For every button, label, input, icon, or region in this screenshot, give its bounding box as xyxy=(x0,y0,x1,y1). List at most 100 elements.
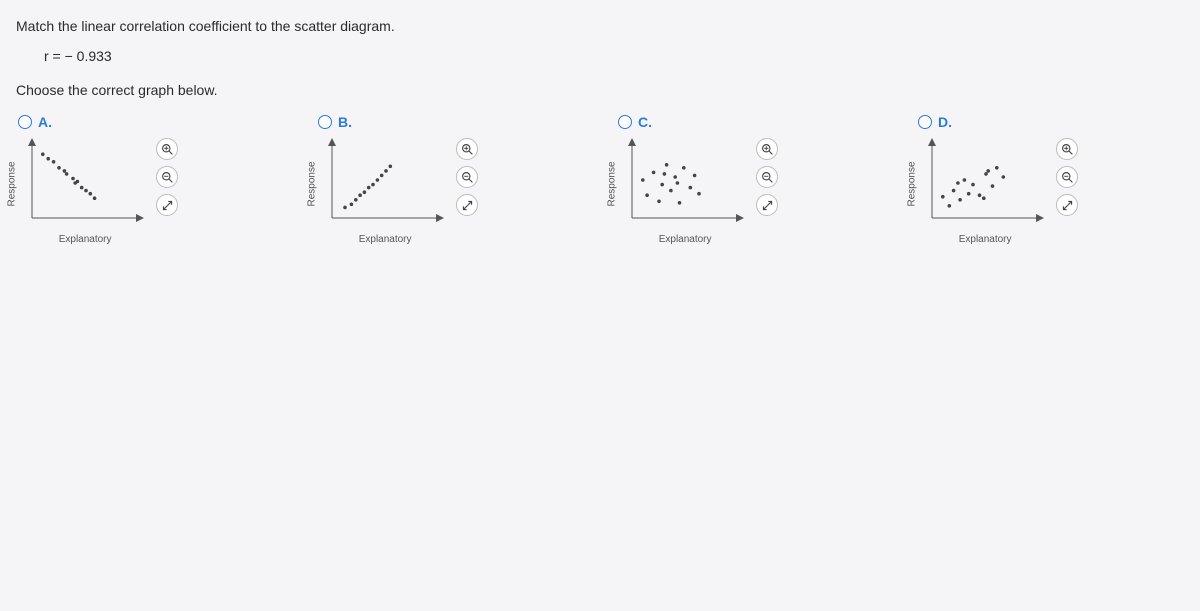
data-point xyxy=(63,169,67,173)
data-point xyxy=(363,190,367,194)
question-text: Match the linear correlation coefficient… xyxy=(16,18,1184,34)
zoom-out-icon[interactable] xyxy=(1056,166,1078,188)
data-point xyxy=(652,171,656,175)
zoom-in-icon[interactable] xyxy=(756,138,778,160)
data-point xyxy=(1002,175,1006,179)
choice-d-header[interactable]: D. xyxy=(918,114,1178,130)
data-point xyxy=(657,200,661,204)
expand-icon[interactable] xyxy=(456,194,478,216)
data-point xyxy=(948,204,952,208)
data-point xyxy=(84,189,88,193)
zoom-in-icon[interactable] xyxy=(156,138,178,160)
scatter-svg-b xyxy=(318,136,448,231)
expand-icon[interactable] xyxy=(156,194,178,216)
scatter-c: Response Explanatory xyxy=(618,136,748,231)
data-point xyxy=(958,198,962,202)
x-axis-label-a: Explanatory xyxy=(59,234,112,245)
data-point xyxy=(41,152,45,156)
data-point xyxy=(641,178,645,182)
data-point xyxy=(673,175,677,179)
data-point xyxy=(676,181,680,185)
choice-a: A. Response Explanatory xyxy=(18,114,278,231)
data-point xyxy=(71,177,75,181)
choices-row: A. Response Explanatory xyxy=(16,114,1184,231)
points-a xyxy=(41,152,96,200)
tools-c xyxy=(756,138,778,216)
scatter-svg-a xyxy=(18,136,148,231)
data-point xyxy=(380,174,384,178)
data-point xyxy=(669,189,673,193)
choice-c-header[interactable]: C. xyxy=(618,114,878,130)
data-point xyxy=(358,193,362,197)
data-point xyxy=(93,196,97,200)
scatter-svg-c xyxy=(618,136,748,231)
choice-b-header[interactable]: B. xyxy=(318,114,578,130)
data-point xyxy=(941,195,945,199)
data-point xyxy=(984,172,988,176)
data-point xyxy=(376,178,380,182)
data-point xyxy=(367,186,371,190)
choice-a-label: A. xyxy=(38,114,52,130)
data-point xyxy=(978,193,982,197)
tools-a xyxy=(156,138,178,216)
tools-d xyxy=(1056,138,1078,216)
radio-a[interactable] xyxy=(18,115,32,129)
data-point xyxy=(89,192,93,196)
data-point xyxy=(986,169,990,173)
data-point xyxy=(991,184,995,188)
data-point xyxy=(389,165,393,169)
scatter-b: Response Explanatory xyxy=(318,136,448,231)
points-b xyxy=(343,165,392,210)
radio-b[interactable] xyxy=(318,115,332,129)
instruction-text: Choose the correct graph below. xyxy=(16,82,1184,98)
zoom-out-icon[interactable] xyxy=(456,166,478,188)
data-point xyxy=(354,198,358,202)
data-point xyxy=(343,206,347,210)
zoom-in-icon[interactable] xyxy=(1056,138,1078,160)
data-point xyxy=(52,160,56,164)
data-point xyxy=(678,201,682,205)
data-point xyxy=(693,174,697,178)
choice-b: B. Response Explanatory xyxy=(318,114,578,231)
scatter-svg-d xyxy=(918,136,1048,231)
choice-c: C. Response Explanatory xyxy=(618,114,878,231)
data-point xyxy=(682,166,686,170)
data-point xyxy=(952,189,956,193)
points-d xyxy=(941,166,1005,208)
x-axis-label-b: Explanatory xyxy=(359,234,412,245)
data-point xyxy=(663,172,667,176)
x-axis-label-c: Explanatory xyxy=(659,234,712,245)
data-point xyxy=(57,166,61,170)
zoom-in-icon[interactable] xyxy=(456,138,478,160)
choice-c-label: C. xyxy=(638,114,652,130)
data-point xyxy=(46,157,50,161)
data-point xyxy=(971,183,975,187)
radio-c[interactable] xyxy=(618,115,632,129)
data-point xyxy=(995,166,999,170)
radio-d[interactable] xyxy=(918,115,932,129)
data-point xyxy=(665,163,669,167)
data-point xyxy=(384,169,388,173)
data-point xyxy=(963,178,967,182)
points-c xyxy=(641,163,701,205)
choice-d: D. Response Explanatory xyxy=(918,114,1178,231)
data-point xyxy=(645,193,649,197)
y-axis-label-d: Response xyxy=(907,161,918,206)
choice-a-header[interactable]: A. xyxy=(18,114,278,130)
data-point xyxy=(65,172,69,176)
data-point xyxy=(956,181,960,185)
scatter-d: Response Explanatory xyxy=(918,136,1048,231)
data-point xyxy=(697,192,701,196)
data-point xyxy=(967,192,971,196)
scatter-a: Response Explanatory xyxy=(18,136,148,231)
expand-icon[interactable] xyxy=(1056,194,1078,216)
expand-icon[interactable] xyxy=(756,194,778,216)
y-axis-label-a: Response xyxy=(7,161,18,206)
y-axis-label-b: Response xyxy=(307,161,318,206)
zoom-out-icon[interactable] xyxy=(756,166,778,188)
x-axis-label-d: Explanatory xyxy=(959,234,1012,245)
zoom-out-icon[interactable] xyxy=(156,166,178,188)
choice-b-label: B. xyxy=(338,114,352,130)
choice-d-label: D. xyxy=(938,114,952,130)
data-point xyxy=(660,183,664,187)
